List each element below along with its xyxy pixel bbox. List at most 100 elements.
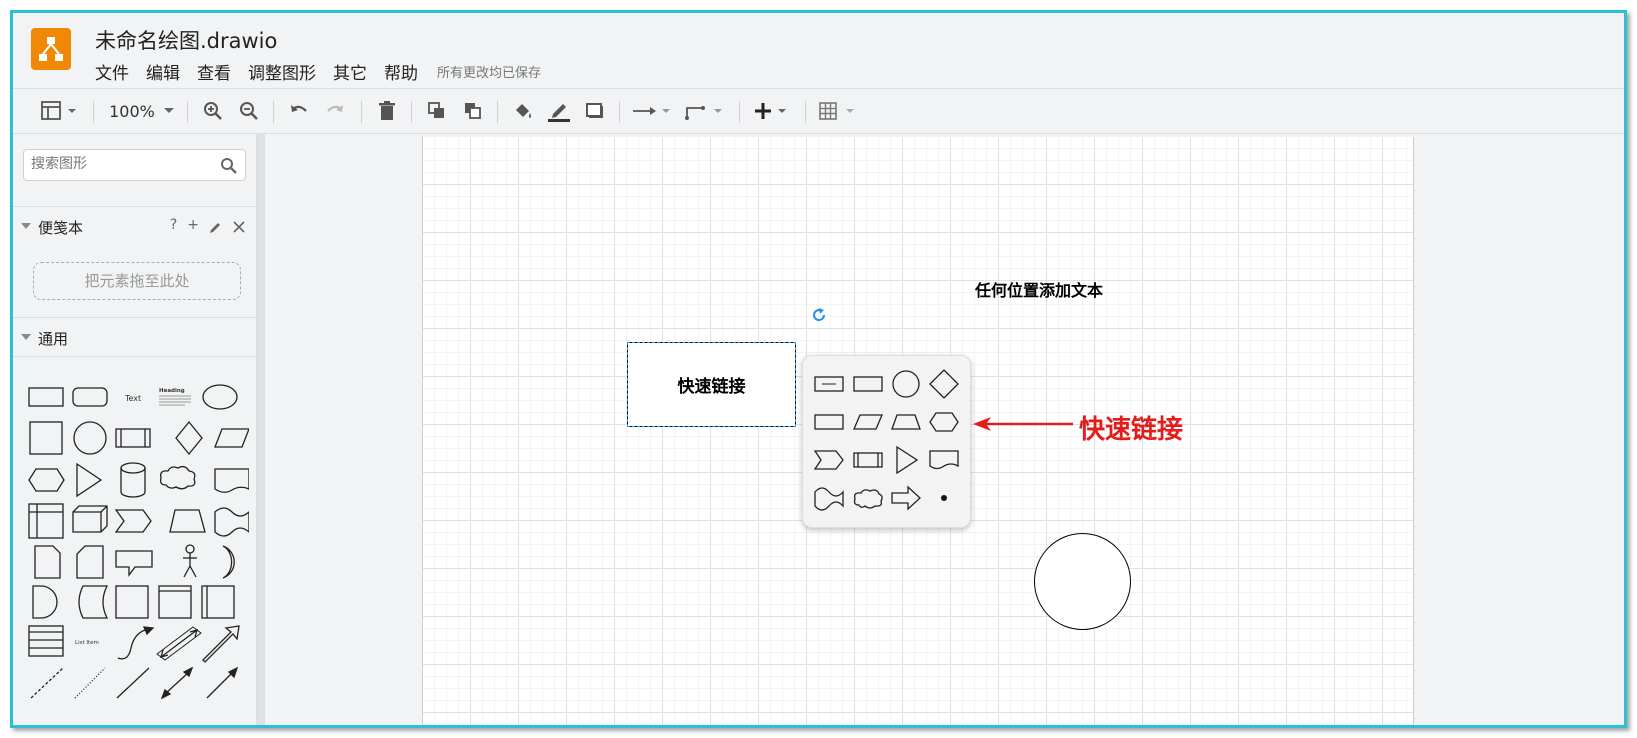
shape-square-2[interactable] <box>115 585 149 619</box>
quick-shape-process-icon[interactable] <box>851 444 885 476</box>
shape-data-storage[interactable] <box>78 585 109 619</box>
shape-diamond[interactable] <box>175 420 203 456</box>
quick-shape-hexagon-icon[interactable] <box>927 406 961 438</box>
scratchpad-add-button[interactable]: + <box>187 217 199 234</box>
shape-dashed-line[interactable] <box>30 667 64 699</box>
format-panel-button[interactable] <box>37 97 81 125</box>
redo-button[interactable] <box>321 97 349 125</box>
shape-hexagon[interactable] <box>28 468 65 492</box>
scratchpad-help-button[interactable]: ? <box>170 217 177 234</box>
document-title[interactable]: 未命名绘图.drawio <box>95 25 277 55</box>
to-front-icon <box>428 102 444 118</box>
undo-button[interactable] <box>285 97 313 125</box>
shape-moon[interactable] <box>222 545 235 579</box>
shape-rounded-rectangle[interactable] <box>72 387 108 407</box>
shape-cloud[interactable] <box>159 465 196 490</box>
shape-curve[interactable] <box>117 626 155 660</box>
quick-shape-rectangle-2-icon[interactable] <box>812 406 846 438</box>
shape-internal-storage[interactable] <box>28 503 64 539</box>
to-back-button[interactable] <box>459 97 487 125</box>
sidebar-scrollbar[interactable] <box>257 134 265 725</box>
quick-shape-arrow-icon[interactable] <box>889 482 923 514</box>
diagram-page[interactable]: 快速链接 任何位置添加文本 快速链接 <box>422 137 1414 725</box>
shape-circle[interactable] <box>73 421 107 455</box>
line-color-button[interactable] <box>545 97 573 125</box>
insert-dropdown[interactable] <box>751 97 795 125</box>
zoom-in-icon <box>204 102 222 120</box>
quick-shape-text-icon[interactable] <box>812 368 846 400</box>
edit-pencil-icon[interactable] <box>209 220 223 234</box>
shape-callout[interactable] <box>115 550 153 577</box>
shape-document[interactable] <box>214 468 249 493</box>
shape-ellipse[interactable] <box>202 384 238 410</box>
selected-rectangle-node[interactable]: 快速链接 <box>627 342 796 427</box>
save-status: 所有更改均已保存 <box>437 66 542 81</box>
delete-button[interactable] <box>373 97 401 125</box>
shape-tape[interactable] <box>214 507 249 537</box>
shape-note[interactable] <box>34 545 61 579</box>
menu-help[interactable]: 帮助 <box>384 59 418 84</box>
shape-heading-text[interactable]: Heading <box>159 388 191 406</box>
quick-shape-cloud-icon[interactable] <box>851 482 885 514</box>
scratchpad-header[interactable]: 便笺本 ? + <box>13 206 256 246</box>
shape-line[interactable] <box>116 667 150 699</box>
shape-dotted-line[interactable] <box>74 667 106 699</box>
diagram-canvas[interactable]: 快速链接 任何位置添加文本 快速链接 <box>265 134 1624 725</box>
scratchpad-dropzone[interactable]: 把元素拖至此处 <box>33 262 241 300</box>
zoom-out-button[interactable] <box>235 97 263 125</box>
to-front-button[interactable] <box>423 97 451 125</box>
shape-bidirectional-connector[interactable] <box>160 666 194 700</box>
shape-container[interactable] <box>158 585 192 619</box>
menu-extras[interactable]: 其它 <box>333 59 367 84</box>
shape-process[interactable] <box>115 428 151 448</box>
waypoint-style-dropdown[interactable] <box>683 97 727 125</box>
shape-square[interactable] <box>29 421 63 455</box>
zoom-in-button[interactable] <box>199 97 227 125</box>
trash-icon <box>379 101 395 120</box>
shape-rectangle[interactable] <box>28 387 64 407</box>
shape-list[interactable] <box>28 625 64 657</box>
shape-directional-connector[interactable] <box>206 666 239 699</box>
search-icon[interactable] <box>220 157 238 175</box>
caret-down-icon <box>21 334 31 340</box>
shape-search-input[interactable] <box>31 156 211 172</box>
connection-style-dropdown[interactable] <box>631 97 675 125</box>
quick-shape-trapezoid-icon[interactable] <box>889 406 923 438</box>
quick-shape-rectangle-icon[interactable] <box>851 368 885 400</box>
rotate-handle-icon[interactable] <box>811 307 827 323</box>
shape-list-item[interactable]: List Item <box>75 640 99 646</box>
zoom-dropdown[interactable]: 100% <box>107 97 179 125</box>
shape-bidirectional-arrow[interactable] <box>156 626 202 661</box>
menu-edit[interactable]: 编辑 <box>146 59 180 84</box>
shape-trapezoid[interactable] <box>169 509 206 533</box>
shadow-button[interactable] <box>581 97 609 125</box>
shape-actor[interactable] <box>183 544 197 578</box>
shape-arrow[interactable] <box>202 625 240 663</box>
menu-arrange[interactable]: 调整图形 <box>248 59 316 84</box>
fill-color-button[interactable] <box>509 97 537 125</box>
quick-shape-parallelogram-icon[interactable] <box>851 406 885 438</box>
shape-card[interactable] <box>76 545 104 579</box>
shape-cube[interactable] <box>72 505 108 533</box>
menu-view[interactable]: 查看 <box>197 59 231 84</box>
free-text-node[interactable]: 任何位置添加文本 <box>975 277 1103 301</box>
quick-shape-tape-icon[interactable] <box>812 482 846 514</box>
quick-shape-circle-icon[interactable] <box>889 368 923 400</box>
shape-parallelogram[interactable] <box>214 428 249 448</box>
close-icon[interactable] <box>233 221 245 233</box>
quick-shape-step-icon[interactable] <box>812 444 846 476</box>
shape-cylinder[interactable] <box>120 462 146 498</box>
menu-file[interactable]: 文件 <box>95 59 129 84</box>
shape-triangle[interactable] <box>76 462 103 498</box>
shape-delay[interactable] <box>32 585 58 619</box>
circle-node[interactable] <box>1034 533 1131 630</box>
general-shapes-header[interactable]: 通用 <box>13 317 256 357</box>
table-dropdown[interactable] <box>817 97 861 125</box>
shape-text[interactable]: Text <box>124 394 141 403</box>
quick-shape-document-icon[interactable] <box>927 444 961 476</box>
shape-vertical-container[interactable] <box>201 585 235 619</box>
quick-shape-diamond-icon[interactable] <box>927 368 961 400</box>
quick-shape-point-icon[interactable] <box>927 482 961 514</box>
quick-shape-triangle-icon[interactable] <box>889 444 923 476</box>
shape-step[interactable] <box>114 509 152 533</box>
